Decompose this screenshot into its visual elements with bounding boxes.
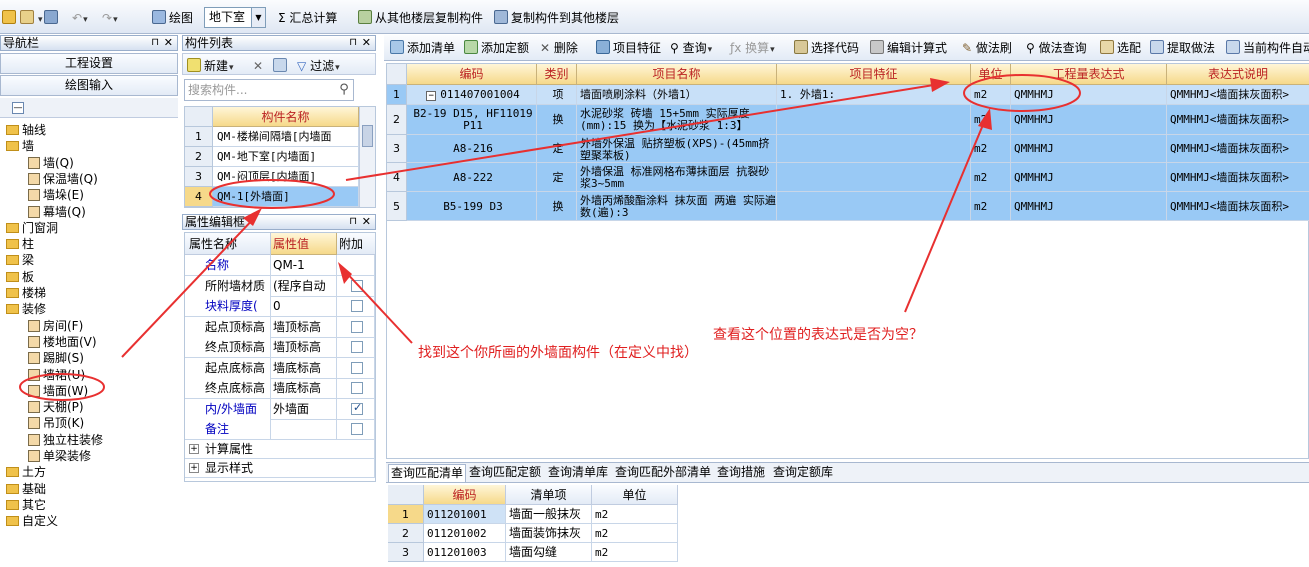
arrow-to-expression	[345, 83, 941, 181]
arrow-to-component-2	[341, 267, 413, 344]
annotation-check-expression: 查看这个位置的表达式是否为空？	[713, 327, 923, 343]
highlight-ellipse-wall-surface	[19, 373, 105, 401]
annotation-find-component: 找到这个你所画的外墙面构件（在定义中找）	[418, 345, 698, 361]
highlight-ellipse-expression	[963, 74, 1081, 112]
annotation-overlay	[19, 74, 1081, 401]
arrow-to-expression-2	[904, 119, 986, 313]
highlight-ellipse-component	[209, 179, 335, 209]
arrow-to-component	[121, 213, 259, 358]
